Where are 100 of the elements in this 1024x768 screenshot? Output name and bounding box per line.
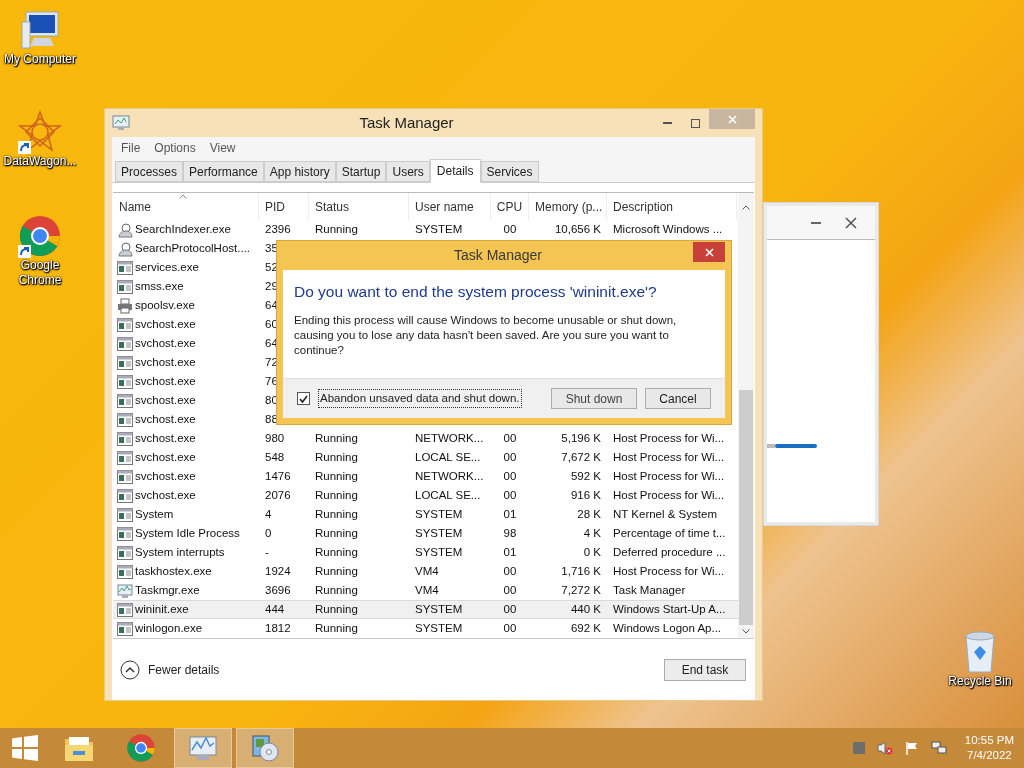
table-cell-text: svchost.exe	[135, 411, 196, 427]
dialog-message: Ending this process will cause Windows to become unusable or shut down, causing you to lose any data hasn't been saved. Are you sure you want to continue?	[294, 313, 678, 358]
table-cell-text: Running	[315, 487, 358, 503]
table-cell-text: LOCAL SE...	[415, 487, 481, 503]
table-cell-text: 98	[503, 525, 517, 541]
table-cell-text: Running	[315, 544, 358, 560]
clock-time: 10:55 PM	[964, 733, 1014, 748]
table-cell-text: 4 K	[583, 525, 601, 541]
dialog-title: Task Manager	[453, 246, 543, 265]
table-cell-text: Taskmgr.exe	[135, 582, 200, 598]
table-cell-text: Running	[315, 620, 358, 636]
table-cell-text: Running	[315, 221, 358, 237]
table-cell-text: VM4	[415, 563, 439, 579]
table-cell-text: spoolsv.exe	[135, 297, 195, 313]
table-cell-text: services.exe	[135, 259, 199, 275]
table-cell-text: svchost.exe	[135, 354, 196, 370]
table-cell-text: svchost.exe	[135, 430, 196, 446]
table-cell-text: taskhostex.exe	[135, 563, 212, 579]
table-cell-text: Running	[315, 601, 358, 617]
table-cell-text: 01	[503, 506, 517, 522]
table-cell-text: Microsoft Windows ...	[613, 221, 723, 237]
table-cell-text: 00	[503, 449, 517, 465]
table-cell-text: Running	[315, 468, 358, 484]
table-cell-text: 10,656 K	[554, 221, 601, 237]
table-cell-text: Host Process for Wi...	[613, 449, 725, 465]
table-cell-text: 1476	[265, 468, 291, 484]
table-cell-text: 0 K	[583, 544, 601, 560]
table-cell-text: Host Process for Wi...	[613, 487, 725, 503]
table-cell-text: 28 K	[577, 506, 601, 522]
table-cell-text: 00	[503, 430, 517, 446]
table-cell-text: Running	[315, 525, 358, 541]
table-cell-text: System	[135, 506, 174, 522]
table-cell-text: 1,716 K	[561, 563, 601, 579]
table-cell-text: svchost.exe	[135, 449, 196, 465]
table-cell-text: 00	[503, 487, 517, 503]
table-cell-text: 00	[503, 468, 517, 484]
table-cell-text: SYSTEM	[415, 525, 463, 541]
table-cell-text: 692 K	[570, 620, 601, 636]
table-cell-text: svchost.exe	[135, 468, 196, 484]
table-cell-text: 0	[265, 525, 272, 541]
table-cell-text: NT Kernel & System	[613, 506, 717, 522]
table-cell-text: winlogon.exe	[135, 620, 203, 636]
table-cell-text: 7,672 K	[561, 449, 601, 465]
table-cell-text: Running	[315, 430, 358, 446]
table-cell-text: svchost.exe	[135, 487, 196, 503]
table-cell-text: VM4	[415, 582, 439, 598]
table-cell-text: 1812	[265, 620, 291, 636]
table-cell-text: smss.exe	[135, 278, 184, 294]
table-cell-text: Host Process for Wi...	[613, 468, 725, 484]
table-cell-text: 444	[265, 601, 285, 617]
table-cell-text: LOCAL SE...	[415, 449, 481, 465]
table-cell-text: Running	[315, 449, 358, 465]
table-cell-text: Task Manager	[613, 582, 686, 598]
table-cell-text: svchost.exe	[135, 373, 196, 389]
table-cell-text: 2396	[265, 221, 291, 237]
table-cell-text: 3696	[265, 582, 291, 598]
table-cell-text: SYSTEM	[415, 601, 463, 617]
table-cell-text: 4	[265, 506, 272, 522]
table-cell-text: 00	[503, 582, 517, 598]
table-cell-text: Windows Start-Up A...	[613, 601, 726, 617]
table-cell-text: wininit.exe	[135, 601, 189, 617]
clock-date: 7/4/2022	[967, 748, 1012, 763]
table-cell-text: 00	[503, 563, 517, 579]
table-cell-text: SYSTEM	[415, 221, 463, 237]
table-cell-text: Windows Logon Ap...	[613, 620, 722, 636]
table-cell-text: SYSTEM	[415, 620, 463, 636]
window-title: Task Manager	[358, 112, 455, 133]
table-cell-text: Running	[315, 506, 358, 522]
table-cell-text: NETWORK...	[415, 430, 484, 446]
table-cell-text: 916 K	[570, 487, 601, 503]
table-cell-text: Running	[315, 563, 358, 579]
table-cell-text: svchost.exe	[135, 392, 196, 408]
table-cell-text: 7,272 K	[561, 582, 601, 598]
dialog-question: Do you want to end the system process 'wininit.exe'?	[294, 282, 658, 302]
table-cell-text: SearchIndexer.exe	[135, 221, 231, 237]
table-cell-text: 980	[265, 430, 285, 446]
table-cell-text: svchost.exe	[135, 335, 196, 351]
table-cell-text: 00	[503, 620, 517, 636]
table-cell-text: svchost.exe	[135, 316, 196, 332]
table-cell-text: 00	[503, 601, 517, 617]
table-cell-text: SYSTEM	[415, 506, 463, 522]
table-cell-text: 2076	[265, 487, 291, 503]
table-cell-text: Percentage of time t...	[613, 525, 726, 541]
table-cell-text: 592 K	[570, 468, 601, 484]
table-cell-text: 5,196 K	[561, 430, 601, 446]
table-cell-text: Host Process for Wi...	[613, 563, 725, 579]
table-cell-text: System interrupts	[135, 544, 225, 560]
table-cell-text: Host Process for Wi...	[613, 430, 725, 446]
table-cell-text: SearchProtocolHost....	[135, 240, 251, 256]
table-cell-text: Deferred procedure ...	[613, 544, 726, 560]
table-cell-text: NETWORK...	[415, 468, 484, 484]
table-cell-text: System Idle Process	[135, 525, 240, 541]
table-cell-text: 440 K	[570, 601, 601, 617]
table-cell-text: SYSTEM	[415, 544, 463, 560]
table-cell-text: Running	[315, 582, 358, 598]
table-cell-text: 01	[503, 544, 517, 560]
table-cell-text: 00	[503, 221, 517, 237]
table-cell-text: -	[265, 544, 269, 560]
table-cell-text: 548	[265, 449, 285, 465]
table-cell-text: 1924	[265, 563, 291, 579]
